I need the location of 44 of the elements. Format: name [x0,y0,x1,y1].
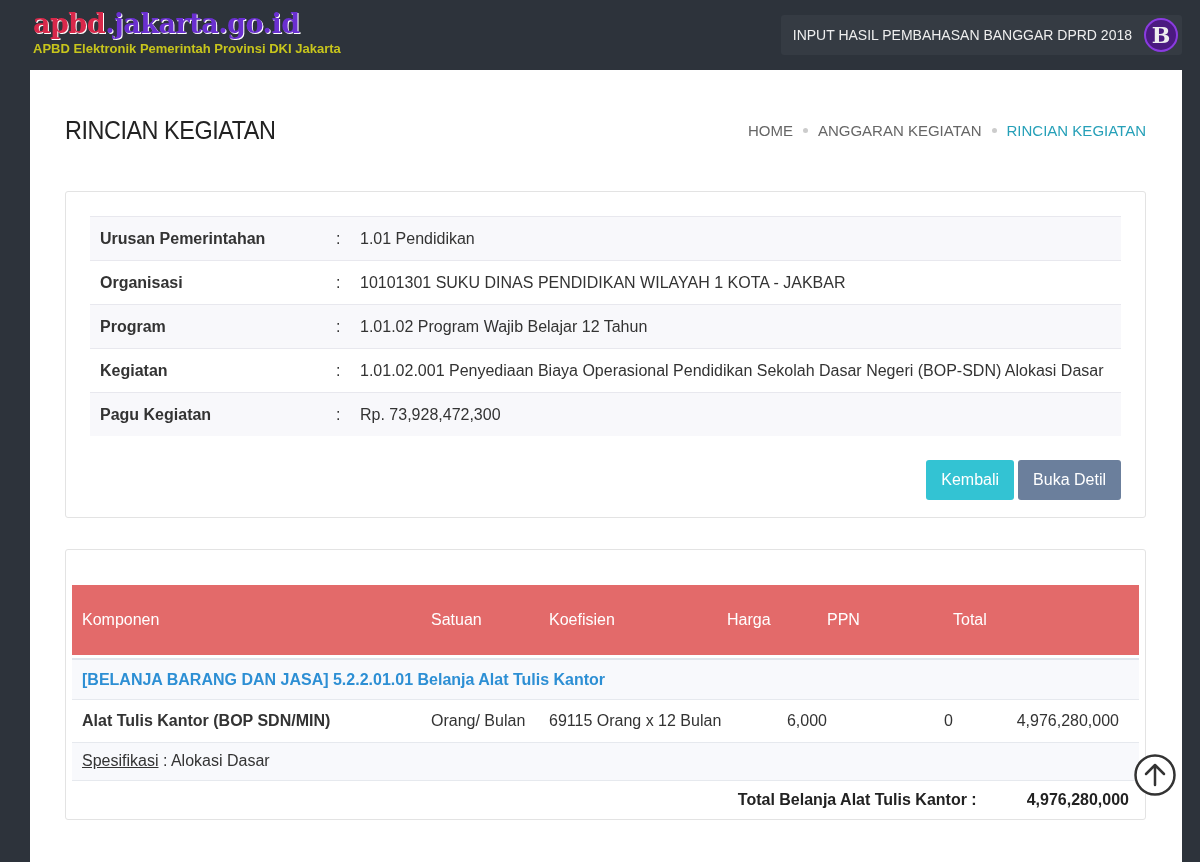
user-avatar[interactable]: B [1144,18,1178,52]
table-cell-text: Orang/ Bulan [431,711,527,731]
column-header: Komponen [82,611,161,629]
detail-label: Kegiatan [100,361,169,381]
logo-text[interactable]: apbd [33,7,106,39]
table-cell-text: Alat Tulis Kantor (BOP SDN/MIN) [82,711,332,731]
detail-separator: : [336,361,342,381]
breadcrumb-link[interactable]: RINCIAN KEGIATAN [1006,122,1146,139]
detail-button[interactable]: Buka Detil [1018,460,1121,500]
column-header: Koefisien [549,611,616,629]
detail-value: 1.01.02 Program Wajib Belajar 12 Tahun [360,317,649,337]
breadcrumb-link[interactable]: HOME [747,122,793,139]
back-button[interactable]: Kembali [926,460,1015,500]
breadcrumb-separator [802,128,808,133]
column-header: PPN [827,611,861,629]
tagline: APBD Elektronik Pemerintah Provinsi DKI Jakarta [33,40,341,56]
detail-value: 1.01 Pendidikan [360,229,476,249]
detail-label: Program [100,317,167,337]
column-header: Total [953,611,988,629]
scroll-top-icon[interactable] [1133,753,1177,797]
page-title: RINCIAN KEGIATAN [65,115,276,146]
column-header: Satuan [431,611,483,629]
specification-text: Spesifikasi : Alokasi Dasar [82,752,270,769]
detail-label: Organisasi [100,273,184,293]
subtotal-value: 4,976,280,000 [1026,791,1129,809]
table-cell-text: 0 [943,711,953,731]
detail-separator: : [336,317,342,337]
context-label: INPUT HASIL PEMBAHASAN BANGGAR DPRD 2018 [792,27,1132,43]
detail-value: Rp. 73,928,472,300 [360,405,502,425]
table-cell-text: 4,976,280,000 [1015,711,1119,731]
table-cell-text: 6,000 [785,711,827,731]
subtotal-label: Total Belanja Alat Tulis Kantor : [737,791,977,809]
detail-value: 1.01.02.001 Penyediaan Biaya Operasional Pendidikan Sekolah Dasar Negeri (BOP-SDN) Alokasi Dasar [360,361,1105,381]
detail-separator: : [336,273,342,293]
detail-separator: : [336,229,342,249]
breadcrumb-separator [991,128,997,133]
group-heading: [BELANJA BARANG DAN JASA] 5.2.2.01.01 Belanja Alat Tulis Kantor [82,671,606,688]
detail-value: 10101301 SUKU DINAS PENDIDIKAN WILAYAH 1 KOTA - JAKBAR [360,273,847,293]
detail-separator: : [336,405,342,425]
column-header: Harga [727,611,772,629]
breadcrumb-link[interactable]: ANGGARAN KEGIATAN [817,122,982,139]
detail-label: Urusan Pemerintahan [100,229,267,249]
detail-label: Pagu Kegiatan [100,405,213,425]
table-cell-text: 69115 Orang x 12 Bulan [549,711,723,731]
